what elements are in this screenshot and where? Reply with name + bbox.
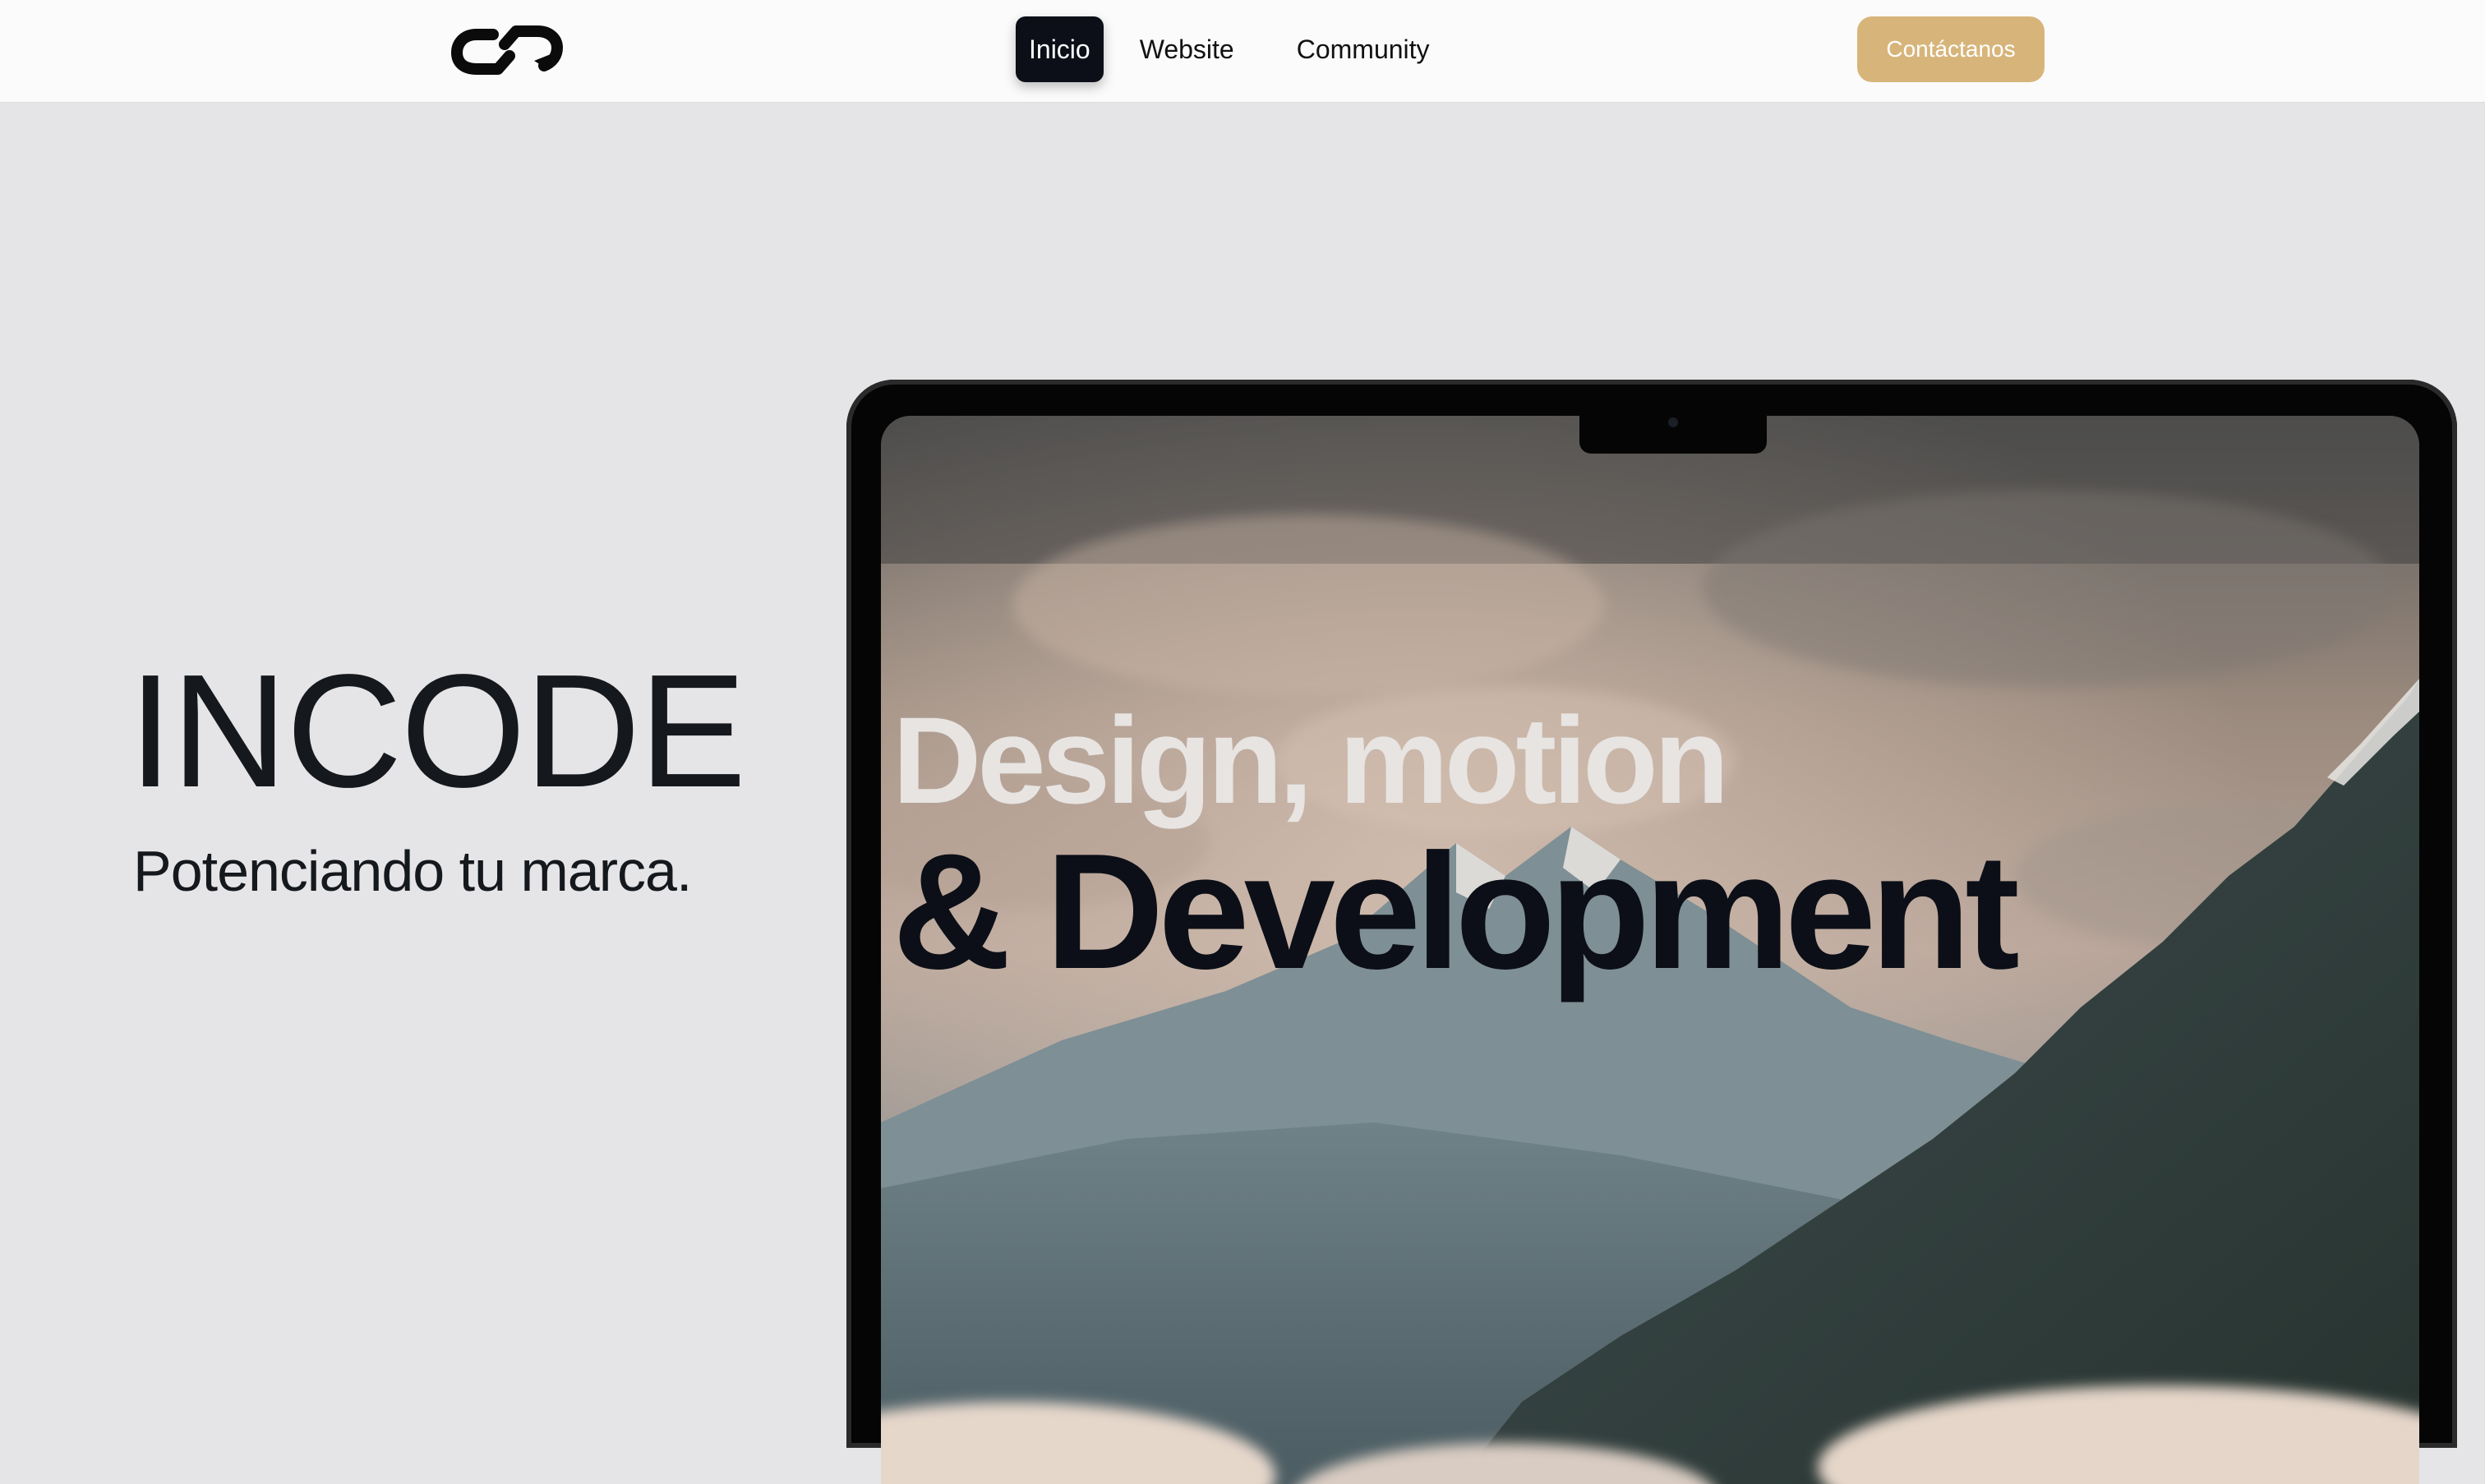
nav-link-inicio[interactable]: Inicio — [1016, 16, 1104, 82]
screen-headline-line2: & Development — [892, 820, 2020, 1003]
screen-headline-line1: Design, motion — [892, 691, 1729, 829]
top-navbar: Inicio Website Community Contáctanos — [0, 0, 2485, 103]
contact-button[interactable]: Contáctanos — [1857, 16, 2045, 82]
incode-logo-icon[interactable] — [449, 20, 565, 79]
camera-icon — [1668, 417, 1678, 427]
hero-title: INCODE — [128, 641, 746, 821]
hero-subtitle: Potenciando tu marca. — [133, 839, 692, 903]
nav-link-website[interactable]: Website — [1113, 16, 1261, 82]
main-nav: Inicio Website Community — [1016, 16, 1456, 82]
nav-link-community[interactable]: Community — [1270, 16, 1456, 82]
